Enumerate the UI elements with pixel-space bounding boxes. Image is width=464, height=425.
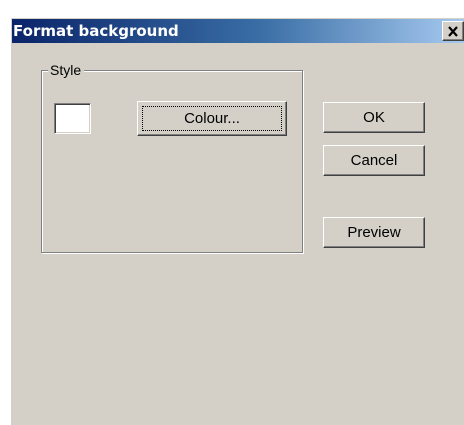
title-bar[interactable]: Format background [12,19,464,43]
ok-button[interactable]: OK [323,102,425,133]
close-icon [448,25,458,37]
colour-button-label: Colour... [184,110,240,127]
preview-button-label: Preview [347,224,401,241]
colour-swatch [54,103,91,134]
preview-button[interactable]: Preview [323,217,425,248]
format-background-dialog: Format background Style Colour... OK Can… [10,17,464,425]
style-group-label: Style [48,61,85,79]
close-button[interactable] [442,21,464,41]
style-groupbox: Style Colour... [41,61,303,253]
colour-button[interactable]: Colour... [137,101,287,136]
cancel-button[interactable]: Cancel [323,145,425,176]
ok-button-label: OK [363,109,385,126]
cancel-button-label: Cancel [350,152,398,169]
dialog-title: Format background [13,22,179,40]
